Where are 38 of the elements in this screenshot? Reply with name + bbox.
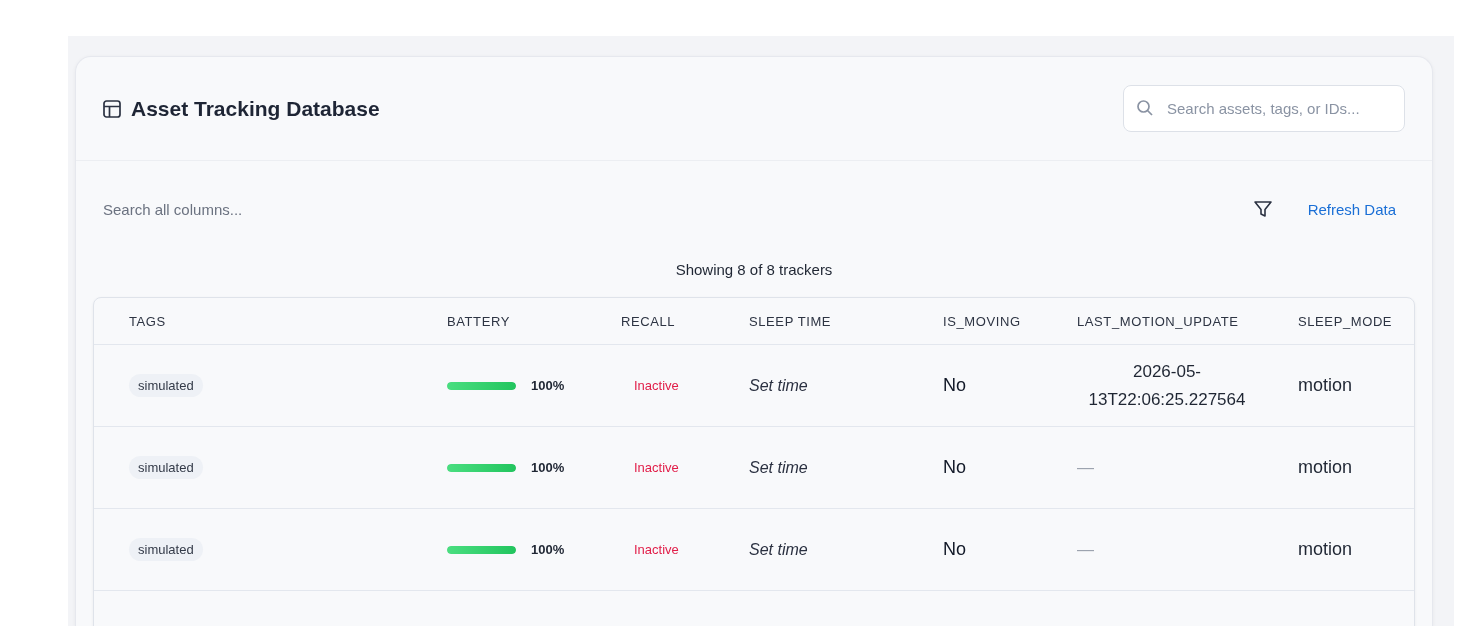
- filter-icon[interactable]: [1252, 199, 1273, 219]
- column-header: BATTERY: [447, 313, 511, 329]
- battery-percent: 100%: [531, 378, 565, 393]
- column-header: IS_MOVING: [943, 313, 1022, 329]
- tag-badge: simulated: [129, 374, 203, 397]
- table-cell-text: motion: [1298, 375, 1354, 396]
- column-search-field[interactable]: Search all columns...: [101, 199, 1253, 219]
- refresh-data-link[interactable]: Refresh Data: [1307, 200, 1396, 218]
- column-header: SLEEP_MODE: [1298, 313, 1394, 329]
- table-cell-text: motion: [1298, 539, 1354, 560]
- tag-badge: simulated: [129, 456, 203, 479]
- table-icon: [102, 98, 122, 119]
- tag-badge: simulated: [129, 538, 203, 561]
- recall-status: Inactive: [633, 542, 680, 557]
- column-header: SLEEP TIME: [749, 313, 833, 329]
- battery-bar: [447, 463, 516, 472]
- table-cell-text: No: [943, 457, 967, 478]
- recall-status: Inactive: [633, 460, 680, 475]
- battery-percent: 100%: [531, 460, 565, 475]
- sleep-time-link[interactable]: Set time: [749, 540, 943, 559]
- table-cell-text: No: [943, 375, 967, 396]
- table-cell-text: —: [1077, 538, 1095, 561]
- search-field[interactable]: Search assets, tags, or IDs...: [1123, 85, 1405, 132]
- sleep-time-link[interactable]: Set time: [749, 376, 943, 395]
- table-cell-text: 2026-05-13T22:06:25.227564: [1087, 360, 1247, 411]
- battery-bar: [447, 545, 516, 554]
- sleep-time-link[interactable]: Set time: [749, 458, 943, 477]
- column-header: LAST_MOTION_UPDATE: [1077, 313, 1240, 329]
- page-title: Asset Tracking Database: [131, 96, 380, 121]
- battery-bar: [447, 381, 516, 390]
- column-header: RECALL: [621, 313, 677, 329]
- recall-status: Inactive: [633, 378, 680, 393]
- battery-percent: 100%: [531, 542, 565, 557]
- column-header: TAGS: [129, 313, 167, 329]
- results-count: Showing 8 of 8 trackers: [674, 261, 834, 278]
- table-cell-text: No: [943, 539, 967, 560]
- table-cell-text: —: [1077, 456, 1095, 479]
- table-cell-text: motion: [1298, 457, 1354, 478]
